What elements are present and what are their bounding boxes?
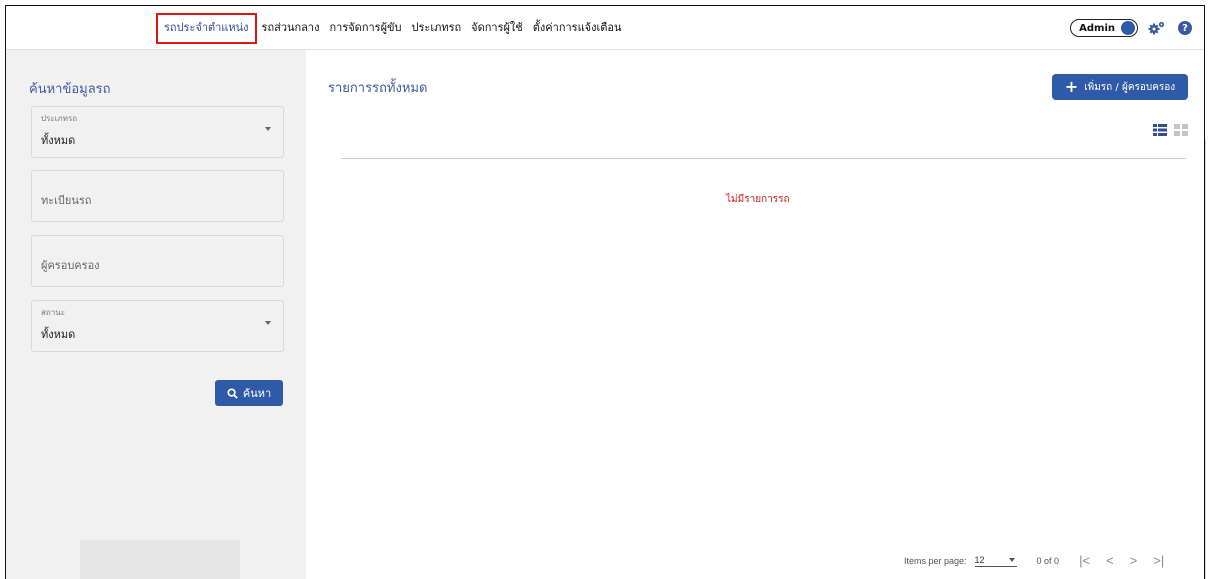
sidebar-footer-block — [80, 540, 240, 579]
add-button-label: เพิ่มรถ / ผู้ครอบครอง — [1084, 81, 1176, 93]
nav-item-vehicle-types[interactable]: ประเภทรถ — [407, 16, 467, 40]
search-icon — [227, 387, 238, 399]
plate-number-placeholder: ทะเบียนรถ — [41, 194, 92, 207]
nav-item-central-vehicles[interactable]: รถส่วนกลาง — [257, 16, 325, 40]
owner-input[interactable]: ผู้ครอบครอง — [31, 235, 284, 287]
empty-message: ไม่มีรายการรถ — [726, 194, 790, 205]
search-button[interactable]: ค้นหา — [215, 380, 283, 406]
plate-number-input[interactable]: ทะเบียนรถ — [31, 170, 284, 222]
gears-icon[interactable] — [1148, 19, 1166, 37]
view-toggle — [1153, 124, 1188, 136]
items-per-page-select[interactable]: 12 — [974, 554, 1017, 567]
sidebar-title: ค้นหาข้อมูลรถ — [29, 82, 111, 97]
scrollbar-track[interactable] — [1205, 139, 1206, 579]
main-nav: รถประจำตำแหน่ง รถส่วนกลาง การจัดการผู้ขั… — [156, 13, 627, 44]
items-per-page-value: 12 — [974, 554, 985, 565]
toggle-knob — [1121, 21, 1135, 35]
add-vehicle-owner-button[interactable]: + เพิ่มรถ / ผู้ครอบครอง — [1052, 74, 1188, 100]
plus-icon: + — [1064, 77, 1079, 96]
chevron-down-icon — [1008, 557, 1015, 562]
items-per-page-label: Items per page: — [904, 555, 967, 566]
next-page-icon[interactable]: > — [1130, 553, 1138, 568]
nav-item-driver-management[interactable]: การจัดการผู้ขับ — [324, 16, 406, 40]
status-label: สถานะ — [41, 308, 65, 317]
admin-toggle[interactable]: Admin — [1070, 19, 1138, 37]
last-page-icon[interactable]: >| — [1153, 553, 1164, 568]
grid-view-icon[interactable] — [1174, 124, 1188, 136]
app-window: รถประจำตำแหน่ง รถส่วนกลาง การจัดการผู้ขั… — [5, 5, 1206, 579]
prev-page-icon[interactable]: < — [1106, 553, 1114, 568]
vehicle-type-select[interactable]: ประเภทรถ ทั้งหมด — [31, 106, 284, 158]
chevron-down-icon — [265, 321, 271, 325]
nav-item-position-vehicles[interactable]: รถประจำตำแหน่ง — [156, 13, 257, 44]
list-divider — [341, 158, 1186, 159]
first-page-icon[interactable]: |< — [1079, 553, 1090, 568]
pagination: Items per page: 12 0 of 0 |< < > >| — [904, 553, 1164, 568]
search-button-label: ค้นหา — [242, 387, 272, 400]
help-icon[interactable]: ? — [1176, 19, 1194, 37]
top-navbar: รถประจำตำแหน่ง รถส่วนกลาง การจัดการผู้ขั… — [6, 6, 1204, 50]
admin-label: Admin — [1079, 22, 1115, 34]
nav-item-user-management[interactable]: จัดการผู้ใช้ — [466, 16, 528, 40]
list-view-icon[interactable] — [1153, 124, 1167, 136]
page-title: รายการรถทั้งหมด — [328, 81, 428, 96]
chevron-down-icon — [265, 127, 271, 131]
page-nav: |< < > >| — [1079, 553, 1164, 568]
status-select[interactable]: สถานะ ทั้งหมด — [31, 300, 284, 352]
help-glyph: ? — [1178, 21, 1192, 35]
owner-placeholder: ผู้ครอบครอง — [41, 259, 100, 272]
vehicle-type-label: ประเภทรถ — [41, 114, 78, 123]
status-value: ทั้งหมด — [41, 328, 76, 341]
top-right-controls: Admin ? — [1070, 19, 1194, 37]
vehicle-type-value: ทั้งหมด — [41, 134, 76, 147]
page-range: 0 of 0 — [1036, 555, 1060, 566]
nav-item-notification-settings[interactable]: ตั้งค่าการแจ้งเตือน — [528, 16, 627, 40]
search-sidebar: ค้นหาข้อมูลรถ ประเภทรถ ทั้งหมด ทะเบียนรถ… — [6, 50, 306, 579]
